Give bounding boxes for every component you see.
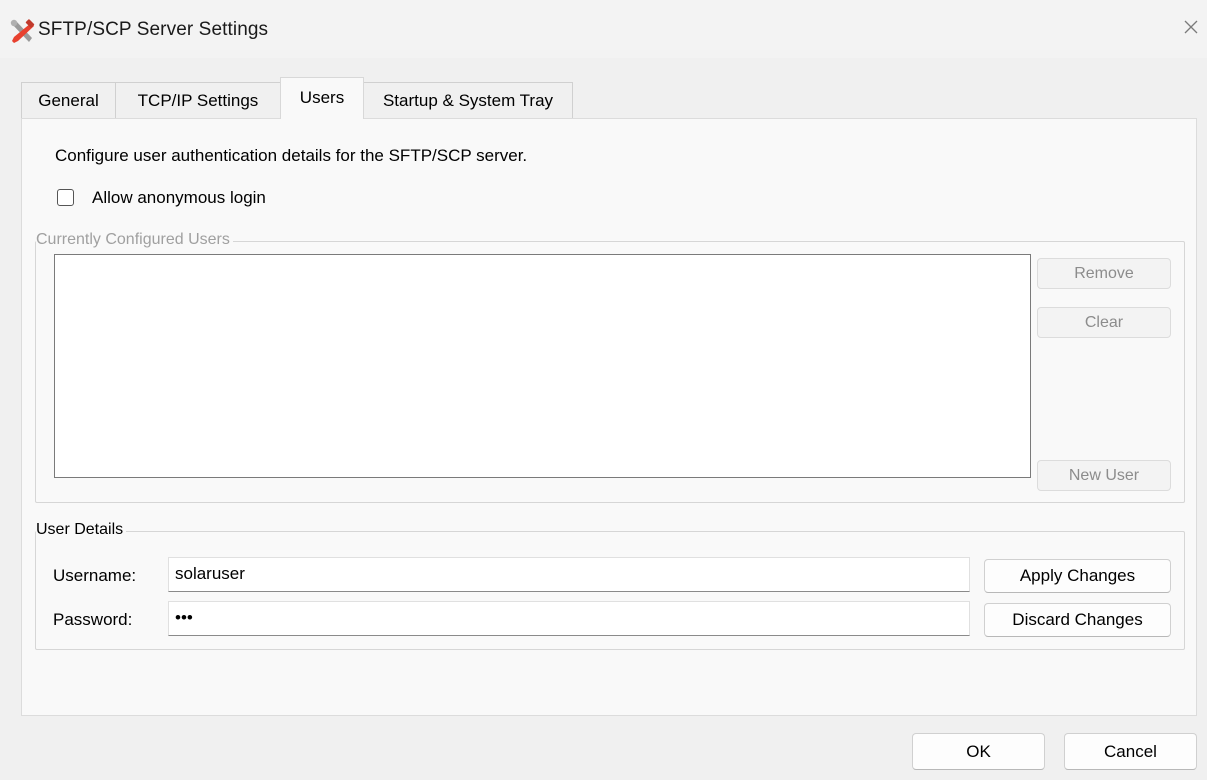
users-tab-panel: Configure user authentication details fo… xyxy=(21,118,1197,716)
password-label: Password: xyxy=(53,610,133,629)
tab-label: Users xyxy=(299,88,345,107)
users-description: Configure user authentication details fo… xyxy=(55,146,528,165)
title-bar: SFTP/SCP Server Settings xyxy=(0,0,1207,58)
apply-changes-button[interactable]: Apply Changes xyxy=(984,559,1171,593)
users-listbox[interactable] xyxy=(54,254,1031,478)
clear-button[interactable]: Clear xyxy=(1037,307,1171,338)
tab-startup-system-tray[interactable]: Startup & System Tray xyxy=(363,82,573,118)
configured-users-legend: Currently Configured Users xyxy=(36,231,233,249)
allow-anonymous-label[interactable]: Allow anonymous login xyxy=(92,188,266,208)
tab-label: Startup & System Tray xyxy=(382,91,554,110)
tab-label: General xyxy=(38,91,99,110)
close-icon[interactable] xyxy=(1180,16,1202,38)
password-field[interactable]: ••• xyxy=(168,601,970,636)
tab-users[interactable]: Users xyxy=(280,77,364,119)
cancel-button[interactable]: Cancel xyxy=(1064,733,1197,770)
tab-label: TCP/IP Settings xyxy=(137,91,259,110)
user-details-legend: User Details xyxy=(36,521,127,539)
discard-changes-button[interactable]: Discard Changes xyxy=(984,603,1171,637)
username-field[interactable]: solaruser xyxy=(168,557,970,592)
new-user-button[interactable]: New User xyxy=(1037,460,1171,491)
allow-anonymous-checkbox[interactable] xyxy=(57,189,74,206)
ok-button[interactable]: OK xyxy=(912,733,1045,770)
tab-general[interactable]: General xyxy=(21,82,116,118)
username-label: Username: xyxy=(53,566,137,585)
tools-icon xyxy=(10,19,35,43)
tab-tcpip-settings[interactable]: TCP/IP Settings xyxy=(115,82,281,118)
window-title: SFTP/SCP Server Settings xyxy=(38,19,269,40)
remove-button[interactable]: Remove xyxy=(1037,258,1171,289)
